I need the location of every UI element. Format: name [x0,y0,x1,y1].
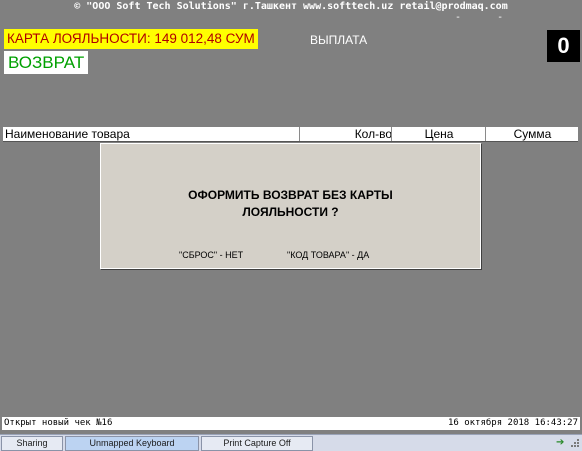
sharing-button[interactable]: Sharing [1,436,63,451]
confirm-dialog: ОФОРМИТЬ ВОЗВРАТ БЕЗ КАРТЫ ЛОЯЛЬНОСТИ ? … [100,143,481,269]
print-capture-button[interactable]: Print Capture Off [201,436,313,451]
column-header-sum: Сумма [485,127,579,141]
keyboard-mapping-button[interactable]: Unmapped Keyboard [65,436,199,451]
item-counter: 0 [547,30,580,62]
status-datetime: 16 октября 2018 16:43:27 [447,418,578,428]
status-message: Открыт новый чек №16 [4,418,113,428]
remote-session-toolbar: Sharing Unmapped Keyboard Print Capture … [0,434,582,451]
dialog-message-line1: ОФОРМИТЬ ВОЗВРАТ БЕЗ КАРТЫ [188,188,393,202]
pos-window: © "OOO Soft Tech Solutions" г.Ташкент ww… [0,0,582,434]
mode-label: ВЫПЛАТА [310,33,368,47]
resize-grip-icon[interactable] [570,438,580,448]
dialog-message-line2: ЛОЯЛЬНОСТИ ? [242,205,339,219]
column-header-name: Наименование товара [5,127,130,141]
status-bar: Открыт новый чек №16 16 октября 2018 16:… [2,417,580,430]
column-header-price: Цена [391,127,486,141]
loyalty-card-balance: КАРТА ЛОЯЛЬНОСТИ: 149 012,48 СУМ [4,29,258,49]
connect-arrow-icon[interactable]: ➔ [556,436,566,449]
receipt-table-header: Наименование товара Кол-во Цена Сумма [3,127,578,142]
dialog-message: ОФОРМИТЬ ВОЗВРАТ БЕЗ КАРТЫ ЛОЯЛЬНОСТИ ? [101,187,480,221]
dialog-option-no[interactable]: "СБРОС" - НЕТ [179,250,243,260]
column-header-quantity: Кол-во [299,127,392,141]
header-dashes: - - [455,12,504,23]
dialog-option-yes[interactable]: "КОД ТОВАРА" - ДА [287,250,369,260]
operation-label: ВОЗВРАТ [4,51,89,74]
